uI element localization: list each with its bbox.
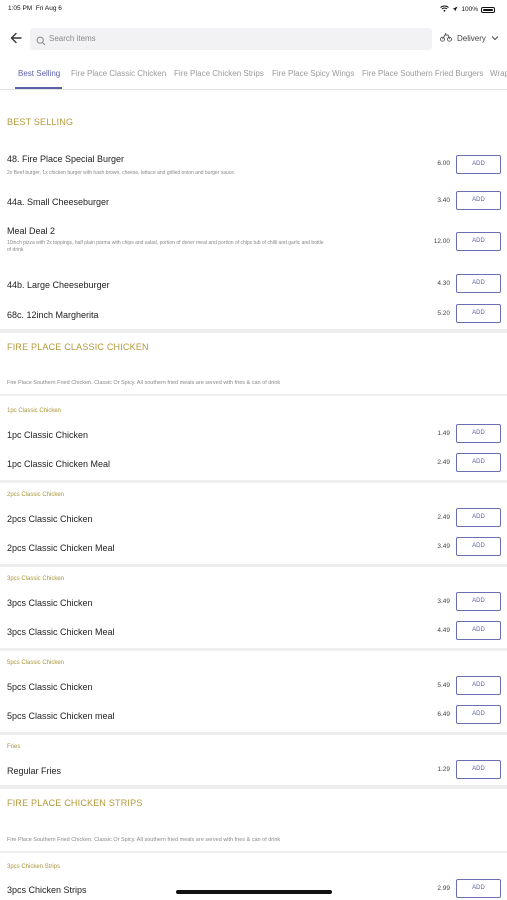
wifi-icon [440, 5, 450, 14]
item-name: 1pc Classic Chicken Meal [7, 459, 111, 469]
tab-best-selling[interactable]: Best Selling [18, 69, 60, 78]
add-button[interactable]: ADD [456, 508, 501, 527]
item-price: 6.00 [437, 160, 450, 167]
add-button[interactable]: ADD [456, 760, 501, 779]
item-price: 2.99 [437, 885, 450, 892]
subsection-title: 1pc Classic Chicken [7, 408, 62, 414]
section-title-best-selling: BEST SELLING [7, 117, 74, 127]
add-button[interactable]: ADD [456, 453, 501, 472]
item-name: 3pcs Classic Chicken Meal [7, 627, 115, 637]
tab-fire-place-classic-chicken[interactable]: Fire Place Classic Chicken [71, 69, 166, 78]
item-name: 2pcs Classic Chicken [7, 514, 93, 524]
home-indicator [176, 890, 332, 894]
top-bar: Search items Delivery [0, 26, 507, 52]
search-input[interactable]: Search items [30, 28, 432, 50]
item-price: 1.49 [437, 430, 450, 437]
add-button[interactable]: ADD [456, 676, 501, 695]
item-name: Meal Deal 2 [7, 226, 56, 236]
item-name: 3pcs Chicken Strips [7, 885, 87, 895]
item-price: 2.49 [437, 514, 450, 521]
item-name: 44a. Small Cheeseburger [7, 197, 110, 207]
subsection-title: Fries [7, 744, 21, 750]
subsection-title: 3pcs Chicken Strips [7, 864, 61, 870]
section-divider [0, 851, 507, 853]
subsection-title: 2pcs Classic Chicken [7, 492, 65, 498]
status-right: 100% [440, 5, 495, 14]
battery-icon [481, 6, 495, 13]
section-divider [0, 732, 507, 735]
add-button[interactable]: ADD [456, 705, 501, 724]
item-name: 44b. Large Cheeseburger [7, 280, 110, 290]
active-tab-indicator [15, 87, 62, 89]
battery-percent: 100% [461, 6, 478, 13]
tab-wrap[interactable]: Wrap [490, 69, 507, 78]
item-description: 2x Beef burger, 1x chicken burger with h… [7, 170, 236, 176]
section-title-classic-chicken: FIRE PLACE CLASSIC CHICKEN [7, 342, 149, 352]
item-price: 3.49 [437, 598, 450, 605]
item-price: 3.49 [437, 543, 450, 550]
item-price: 4.49 [437, 627, 450, 634]
add-button[interactable]: ADD [456, 879, 501, 898]
add-button[interactable]: ADD [456, 191, 501, 210]
item-price: 2.49 [437, 459, 450, 466]
status-time: 1:05 PM Fri Aug 6 [8, 5, 62, 12]
delivery-bike-icon [440, 32, 452, 44]
item-price: 12.00 [433, 238, 450, 245]
item-price: 5.49 [437, 682, 450, 689]
section-divider [0, 480, 507, 483]
add-button[interactable]: ADD [456, 232, 501, 251]
add-button[interactable]: ADD [456, 155, 501, 174]
back-arrow-icon[interactable] [7, 29, 25, 47]
subsection-title: 5pcs Classic Chicken [7, 660, 65, 666]
search-placeholder: Search items [49, 34, 96, 43]
category-tabs: Best Selling Fire Place Classic Chicken … [0, 62, 507, 90]
tab-fire-place-spicy-wings[interactable]: Fire Place Spicy Wings [272, 69, 354, 78]
section-description: Fire Place Southern Fried Chicken. Class… [7, 380, 281, 386]
tab-fire-place-southern-fried-burgers[interactable]: Fire Place Southern Fried Burgers [362, 69, 483, 78]
subsection-title: 3pcs Classic Chicken [7, 576, 65, 582]
item-price: 1.29 [437, 766, 450, 773]
section-divider [0, 648, 507, 651]
item-name: 68c. 12inch Margherita [7, 310, 99, 320]
add-button[interactable]: ADD [456, 304, 501, 323]
section-title-chicken-strips: FIRE PLACE CHICKEN STRIPS [7, 798, 143, 808]
add-button[interactable]: ADD [456, 537, 501, 556]
section-divider [0, 394, 507, 396]
item-price: 6.49 [437, 711, 450, 718]
item-name: 5pcs Classic Chicken meal [7, 711, 115, 721]
item-name: 48. Fire Place Special Burger [7, 154, 125, 164]
section-description: Fire Place Southern Fried Chicken. Class… [7, 837, 281, 843]
section-divider [0, 329, 507, 333]
item-price: 5.20 [437, 310, 450, 317]
item-name: 5pcs Classic Chicken [7, 682, 93, 692]
section-divider [0, 564, 507, 567]
add-button[interactable]: ADD [456, 592, 501, 611]
item-price: 3.40 [437, 197, 450, 204]
item-price: 4.30 [437, 280, 450, 287]
delivery-label: Delivery [457, 33, 486, 43]
chevron-down-icon [491, 34, 499, 43]
item-name: 3pcs Classic Chicken [7, 598, 93, 608]
tab-fire-place-chicken-strips[interactable]: Fire Place Chicken Strips [174, 69, 264, 78]
item-name: 2pcs Classic Chicken Meal [7, 543, 115, 553]
add-button[interactable]: ADD [456, 274, 501, 293]
item-name: Regular Fries [7, 766, 62, 776]
status-bar: 1:05 PM Fri Aug 6 100% [0, 0, 507, 18]
location-icon [452, 6, 458, 14]
item-name: 1pc Classic Chicken [7, 430, 89, 440]
search-icon [36, 33, 46, 46]
add-button[interactable]: ADD [456, 424, 501, 443]
section-divider [0, 785, 507, 789]
delivery-selector[interactable]: Delivery [440, 32, 499, 44]
item-description: 10inch pizza with 2x toppings, half plai… [7, 240, 324, 253]
add-button[interactable]: ADD [456, 621, 501, 640]
